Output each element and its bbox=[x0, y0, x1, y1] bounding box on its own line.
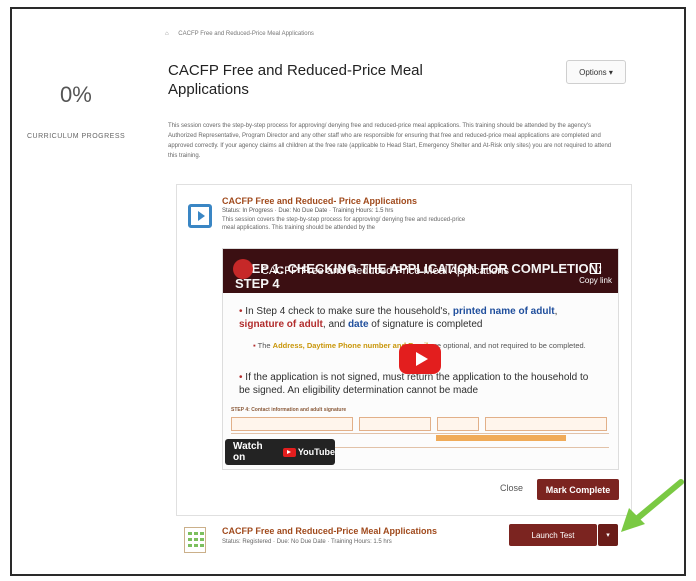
copy-link-button[interactable]: Copy link bbox=[579, 263, 612, 285]
course-description: This session covers the step-by-step pro… bbox=[168, 123, 612, 159]
module-description: This session covers the step-by-step pro… bbox=[222, 217, 466, 231]
test-title-link[interactable]: CACFP Free and Reduced-Price Meal Applic… bbox=[222, 526, 437, 536]
curriculum-progress-percent: 0% bbox=[60, 82, 92, 107]
video-play-icon bbox=[188, 204, 212, 228]
close-button[interactable]: Close bbox=[500, 483, 523, 493]
mark-complete-button[interactable]: Mark Complete bbox=[537, 479, 619, 500]
page-title: CACFP Free and Reduced-Price Meal Applic… bbox=[168, 62, 423, 98]
channel-avatar[interactable] bbox=[233, 259, 253, 279]
breadcrumb-current: CACFP Free and Reduced-Price Meal Applic… bbox=[178, 31, 314, 37]
slide-bullet-1: • In Step 4 check to make sure the house… bbox=[239, 306, 558, 330]
module-status: Status: In Progress · Due: No Due Date ·… bbox=[222, 208, 394, 214]
launch-test-button[interactable]: Launch Test bbox=[509, 524, 597, 546]
youtube-logo-icon: YouTube bbox=[282, 447, 335, 457]
curriculum-progress-label: CURRICULUM PROGRESS bbox=[27, 133, 126, 140]
video-player[interactable]: STEP 1: CHECKING THE APPLICATION FOR COM… bbox=[222, 248, 619, 470]
options-dropdown-button[interactable]: Options ▾ bbox=[566, 60, 626, 84]
home-icon[interactable]: ⌂ bbox=[165, 31, 169, 37]
copy-icon bbox=[590, 263, 602, 274]
module-title-link[interactable]: CACFP Free and Reduced- Price Applicatio… bbox=[222, 196, 417, 206]
test-grid-icon bbox=[184, 527, 206, 553]
annotation-arrow-icon bbox=[621, 479, 684, 532]
watch-on-youtube-button[interactable]: Watch on YouTube bbox=[225, 439, 335, 465]
test-status: Status: Registered · Due: No Due Date · … bbox=[222, 539, 392, 545]
play-button[interactable] bbox=[399, 344, 441, 374]
breadcrumb: ⌂ CACFP Free and Reduced-Price Meal Appl… bbox=[165, 31, 314, 37]
slide-bullet-2: • If the application is not signed, must… bbox=[239, 372, 589, 396]
video-title[interactable]: CACFP Free and Reduced Price Meal Applic… bbox=[261, 265, 509, 277]
